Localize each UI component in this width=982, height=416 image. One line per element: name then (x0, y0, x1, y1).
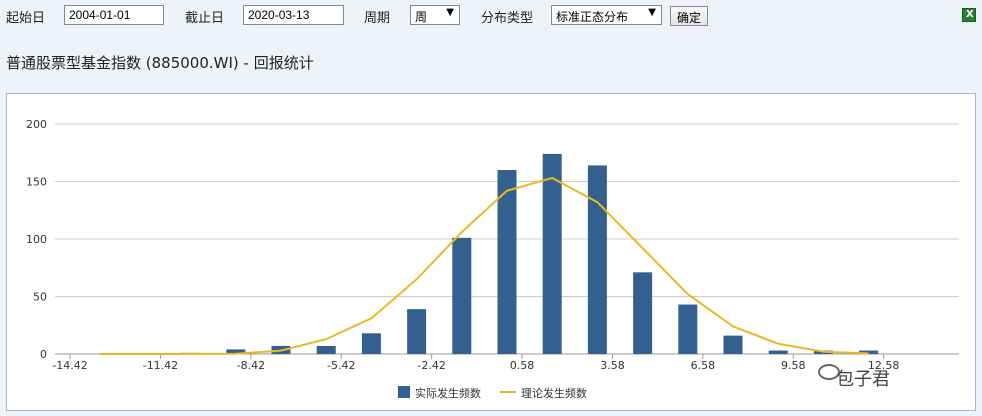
chart-legend: 实际发生频数 理论发生频数 (398, 386, 587, 400)
dropdown-arrow-icon: ▼ (648, 7, 656, 18)
confirm-button[interactable]: 确定 (670, 6, 709, 26)
x-tick-label: -14.42 (52, 359, 87, 372)
end-date-label: 截止日 (185, 11, 225, 26)
period-select[interactable]: 周 ▼ (410, 5, 460, 25)
distribution-type-select[interactable]: 标准正态分布 ▼ (551, 5, 662, 25)
theoretical-frequency-line (100, 176, 869, 355)
histogram-bar (407, 309, 427, 354)
x-tick-label: -11.42 (143, 359, 178, 372)
distribution-type-label: 分布类型 (481, 11, 534, 26)
histogram-bar (678, 304, 698, 354)
histogram-bar (587, 165, 607, 354)
dropdown-arrow-icon: ▼ (446, 7, 454, 18)
end-date-input[interactable] (243, 5, 344, 25)
x-tick-label: 0.58 (510, 359, 535, 372)
watermark-text: 包子君 (836, 369, 890, 390)
distribution-type-select-value: 标准正态分布 (556, 10, 629, 24)
histogram-bar (768, 350, 788, 354)
y-tick-label: 100 (26, 233, 47, 246)
legend-swatch-actual (398, 386, 410, 398)
start-date-label: 起始日 (6, 11, 46, 26)
x-tick-label: 9.58 (781, 359, 806, 372)
return-distribution-chart: 0 50 100 150 200 -14.42 -11.42 -8.42 -5.42 -2.42 0… (26, 118, 959, 400)
x-tick-label: -2.42 (417, 359, 445, 372)
x-tick-label: -5.42 (327, 359, 355, 372)
histogram-bar (542, 153, 562, 354)
excel-export-icon[interactable] (962, 8, 976, 22)
histogram-bar (452, 237, 472, 354)
histogram-bar (316, 345, 336, 354)
x-tick-label: -8.42 (237, 359, 265, 372)
histogram-bar (723, 335, 743, 354)
legend-label-theoretical: 理论发生频数 (521, 386, 587, 400)
y-tick-label: 200 (26, 118, 47, 131)
legend-label-actual: 实际发生频数 (415, 386, 481, 400)
histogram-bar (633, 272, 653, 354)
toolbar: 起始日 截止日 周期 周 ▼ 分布类型 标准正态分布 ▼ 确定 (0, 0, 982, 32)
period-label: 周期 (364, 11, 391, 26)
page-title: 普通股票型基金指数 (885000.WI) - 回报统计 (6, 54, 314, 72)
x-tick-label: 6.58 (691, 359, 716, 372)
y-tick-label: 0 (40, 348, 47, 361)
period-select-value: 周 (415, 10, 428, 24)
start-date-input[interactable] (64, 5, 164, 25)
histogram-bar (361, 333, 381, 354)
y-tick-label: 50 (33, 291, 47, 304)
y-tick-label: 150 (26, 176, 47, 189)
x-tick-label: 3.58 (600, 359, 625, 372)
